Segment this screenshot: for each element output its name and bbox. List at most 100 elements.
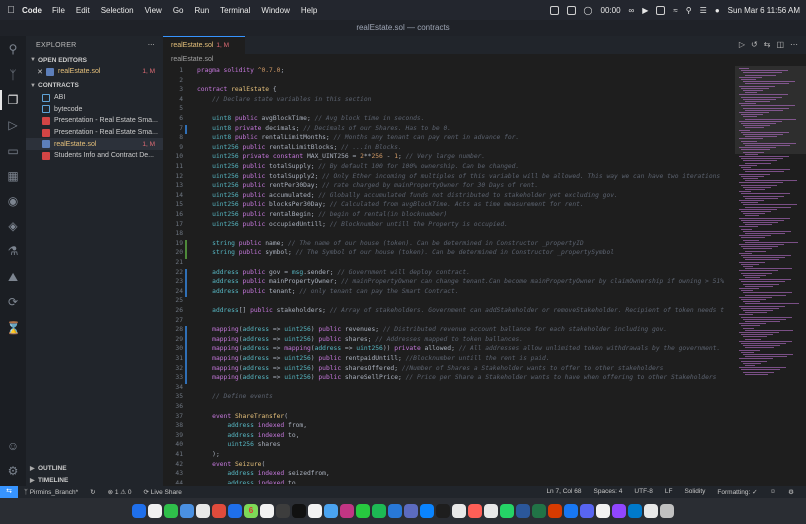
dock-app-icon[interactable] [580, 504, 594, 518]
accounts-icon[interactable]: ☺ [6, 439, 20, 453]
code-line[interactable]: uint256 public rentPer30Day; // rate cha… [197, 182, 538, 189]
dock-app-icon[interactable] [532, 504, 546, 518]
minimap[interactable] [735, 66, 806, 484]
modified-line-marker[interactable] [185, 355, 187, 365]
code-line[interactable]: ); [197, 451, 220, 458]
code-line[interactable]: uint8 private decimals; // Decimals of o… [197, 125, 451, 132]
code-line[interactable]: uint256 public rentalBegin; // begin of … [197, 211, 447, 218]
menu-go[interactable]: Go [173, 6, 184, 15]
outline-section[interactable]: ▶ OUTLINE [26, 462, 163, 474]
clock-text[interactable]: Sun Mar 6 11:56 AM [728, 6, 800, 15]
git-branch[interactable]: ᛉ Pirmins_Branch* [24, 489, 78, 496]
split-editor-icon[interactable]: ◫ [776, 40, 784, 49]
timeline-icon[interactable]: ⌛ [6, 321, 21, 335]
explorer-files-icon[interactable]: ❐ [0, 90, 20, 110]
code-line[interactable]: uint256 public totalSupply2; // Only Eth… [197, 173, 720, 180]
dock-app-icon[interactable] [404, 504, 418, 518]
notifications-bell-icon[interactable]: ⚙ [788, 488, 794, 496]
menu-edit[interactable]: Edit [76, 6, 90, 15]
code-line[interactable]: address indexed seizedfrom, [197, 470, 329, 477]
dock-app-icon[interactable] [228, 504, 242, 518]
dock-app-icon[interactable] [260, 504, 274, 518]
code-line[interactable]: uint256 public accumulated; // Globally … [197, 192, 618, 199]
code-line[interactable]: event ShareTransfer( [197, 413, 288, 420]
glasses-icon[interactable]: ∞ [629, 6, 635, 15]
battery-icon[interactable] [656, 5, 666, 15]
file-item-abi[interactable]: ABI [26, 92, 163, 104]
cursor-position[interactable]: Ln 7, Col 68 [546, 488, 581, 496]
formatting-status[interactable]: Formatting: ✓ [717, 488, 757, 496]
docker-icon[interactable]: ⛰ [6, 270, 20, 284]
source-control-icon[interactable]: ᛉ [6, 68, 20, 82]
file-item-bytecode[interactable]: bytecode [26, 103, 163, 115]
code-line[interactable]: // Declare state variables in this secti… [197, 96, 371, 103]
code-line[interactable]: contract realEstate { [197, 86, 277, 93]
code-line[interactable]: address public tenant; // only tenant ca… [197, 288, 458, 295]
added-line-marker[interactable] [185, 249, 187, 259]
code-line[interactable]: event Seizure( [197, 461, 265, 468]
problems-indicator[interactable]: ⊗ 1 ⚠ 0 [108, 488, 132, 496]
menu-run[interactable]: Run [194, 6, 209, 15]
end-of-line[interactable]: LF [665, 488, 673, 496]
breadcrumb-file[interactable]: realEstate.sol [171, 56, 213, 63]
tab-realestate-sol[interactable]: realEstate.sol 1, M [163, 36, 245, 54]
modified-line-marker[interactable] [185, 345, 187, 355]
contracts-section[interactable]: ▼ CONTRACTS [26, 80, 163, 92]
code-line[interactable]: mapping(address => uint256) public share… [197, 374, 716, 381]
dock-app-icon[interactable] [148, 504, 162, 518]
language-mode[interactable]: Solidity [684, 488, 705, 496]
run-icon[interactable]: ▷ [739, 40, 745, 49]
live-share-icon[interactable]: ⟳ [6, 295, 20, 309]
file-item-realestate-sol[interactable]: realEstate.sol 1, M [26, 138, 163, 151]
timeline-section[interactable]: ▶ TIMELINE [26, 474, 163, 486]
code-line[interactable]: address indexed from, [197, 422, 307, 429]
dock-app-icon[interactable] [132, 504, 146, 518]
wifi-icon[interactable]: ≈ [673, 6, 677, 15]
modified-line-marker[interactable] [185, 287, 187, 298]
file-item-presentation-1[interactable]: Presentation - Real Estate Sma... [26, 115, 163, 127]
dock-app-icon[interactable] [484, 504, 498, 518]
timer-text[interactable]: 00:00 [601, 6, 621, 15]
code-line[interactable]: mapping(address => uint256) public share… [197, 336, 523, 343]
modified-line-marker[interactable] [185, 268, 187, 279]
apple-menu-icon[interactable]:  [0, 5, 22, 16]
run-debug-icon[interactable]: ▷ [6, 118, 20, 132]
dock-app-icon[interactable] [468, 504, 482, 518]
code-line[interactable]: uint256 public totalSupply; // By defaul… [197, 163, 519, 170]
close-icon[interactable]: ✕ [34, 68, 46, 76]
dropbox-icon[interactable] [549, 5, 559, 15]
dock-app-icon[interactable] [644, 504, 658, 518]
calendar-app-icon[interactable]: 6 [244, 504, 258, 518]
code-line[interactable]: address indexed to, [197, 432, 299, 439]
more-actions-icon[interactable]: ⋯ [148, 41, 155, 49]
code-line[interactable]: uint256 public rentalLimitBlocks; // ...… [197, 144, 402, 151]
app-menu[interactable]: Code [22, 6, 42, 15]
dock-app-icon[interactable] [420, 504, 434, 518]
code-line[interactable]: uint8 public avgBlockTime; // Avg block … [197, 115, 424, 122]
dock-app-icon[interactable] [612, 504, 626, 518]
code-line[interactable]: mapping(address => uint256) public reven… [197, 326, 667, 333]
modified-line-marker[interactable] [185, 374, 187, 384]
code-line[interactable]: uint8 public rentalLimitMonths; // Month… [197, 134, 519, 141]
encoding[interactable]: UTF-8 [634, 488, 652, 496]
menu-selection[interactable]: Selection [101, 6, 134, 15]
modified-line-marker[interactable] [185, 326, 187, 336]
python-icon[interactable]: ◈ [6, 219, 20, 233]
code-line[interactable]: address public gov = msg.sender; // Gove… [197, 269, 470, 276]
timer-icon[interactable]: ◯ [584, 6, 593, 15]
sync-icon[interactable]: ↻ [90, 488, 95, 496]
dock-app-icon[interactable] [212, 504, 226, 518]
more-actions-icon[interactable]: ⋯ [790, 40, 798, 49]
remote-indicator-icon[interactable]: ⇆ [0, 486, 18, 498]
feedback-icon[interactable]: ☺ [770, 488, 777, 496]
test-icon[interactable]: ⚗ [6, 244, 20, 258]
open-editor-item[interactable]: ✕ realEstate.sol 1, M [26, 66, 163, 78]
dock-app-icon[interactable] [276, 504, 290, 518]
dock-app-icon[interactable] [452, 504, 466, 518]
code-line[interactable]: string public name; // The name of our h… [197, 240, 584, 247]
live-share-button[interactable]: ⟳ Live Share [144, 488, 182, 496]
control-center-icon[interactable]: ☰ [700, 6, 707, 15]
code-line[interactable]: mapping(address => uint256) public share… [197, 365, 663, 372]
dock-app-icon[interactable] [340, 504, 354, 518]
dock-app-icon[interactable] [292, 504, 306, 518]
